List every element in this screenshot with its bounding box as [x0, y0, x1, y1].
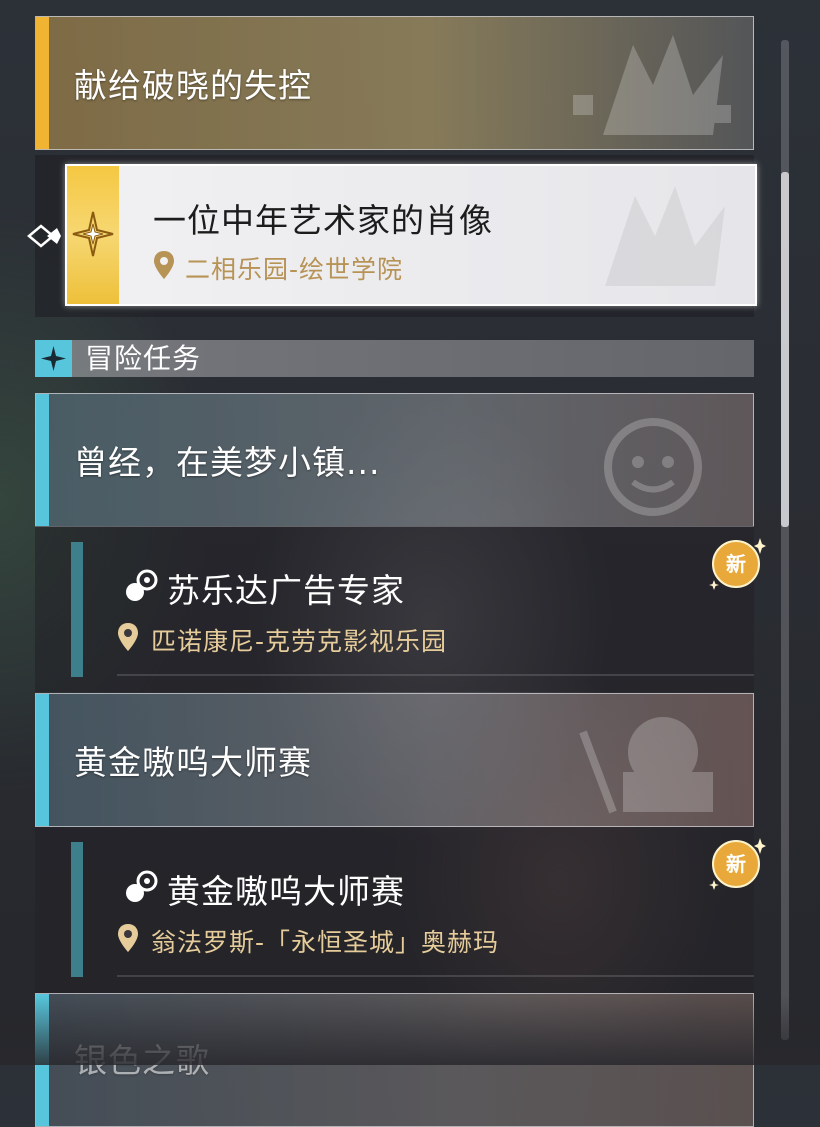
group-accent-bar — [36, 394, 49, 526]
quest-location: 匹诺康尼-克劳克影视乐园 — [151, 627, 448, 656]
group-title: 黄金嗷呜大师赛 — [74, 743, 312, 782]
divider — [117, 674, 754, 676]
mission-group[interactable]: 黄金嗷呜大师赛 — [35, 693, 754, 827]
group-accent-bar — [36, 694, 49, 826]
quest-location: 翁法罗斯-「永恒圣城」奥赫玛 — [151, 928, 500, 957]
quest-item-selected[interactable]: 一位中年艺术家的肖像 二相乐园-绘世学院 — [65, 164, 757, 306]
quest-title: 苏乐达广告专家 — [167, 571, 405, 610]
group-title: 曾经，在美梦小镇... — [74, 443, 381, 482]
section-header-adventure: 冒险任务 — [35, 340, 754, 377]
group-emblem-icon — [604, 418, 702, 516]
adventure-mission-icon — [126, 569, 158, 601]
new-badge-text: 新 — [726, 852, 746, 876]
quest-location: 二相乐园-绘世学院 — [185, 255, 404, 284]
bottom-fade — [0, 995, 820, 1065]
group-title: 献给破晓的失控 — [74, 66, 312, 105]
location-pin-icon — [118, 623, 138, 651]
new-badge: 新 — [706, 536, 766, 592]
four-point-star-icon — [72, 211, 114, 257]
trailblaze-quest-marker — [67, 166, 119, 304]
location-pin-icon — [118, 924, 138, 952]
quest-title: 一位中年艺术家的肖像 — [153, 201, 493, 240]
mission-group-trailblaze[interactable]: 献给破晓的失控 — [35, 16, 754, 150]
group-emblem-icon — [605, 186, 725, 286]
group-emblem-icon — [579, 717, 713, 814]
diamond-pointer-icon — [27, 224, 61, 248]
new-badge-text: 新 — [726, 552, 746, 576]
four-point-star-icon — [41, 346, 66, 371]
quest-sidebar — [71, 542, 83, 677]
adventure-mission-icon — [126, 870, 158, 902]
quest-sidebar — [71, 842, 83, 977]
section-icon-box — [35, 340, 72, 377]
section-label: 冒险任务 — [85, 342, 202, 375]
mission-group[interactable]: 曾经，在美梦小镇... — [35, 393, 754, 527]
divider — [117, 975, 754, 977]
group-accent-bar — [36, 17, 49, 149]
location-pin-icon — [154, 251, 174, 279]
new-badge: 新 — [706, 836, 766, 892]
scrollbar-thumb[interactable] — [781, 172, 789, 527]
quest-item[interactable]: 黄金嗷呜大师赛 翁法罗斯-「永恒圣城」奥赫玛 — [35, 827, 754, 993]
quest-title: 黄金嗷呜大师赛 — [167, 872, 405, 911]
group-emblem-icon — [573, 35, 731, 135]
quest-item[interactable]: 苏乐达广告专家 匹诺康尼-克劳克影视乐园 — [35, 526, 754, 692]
